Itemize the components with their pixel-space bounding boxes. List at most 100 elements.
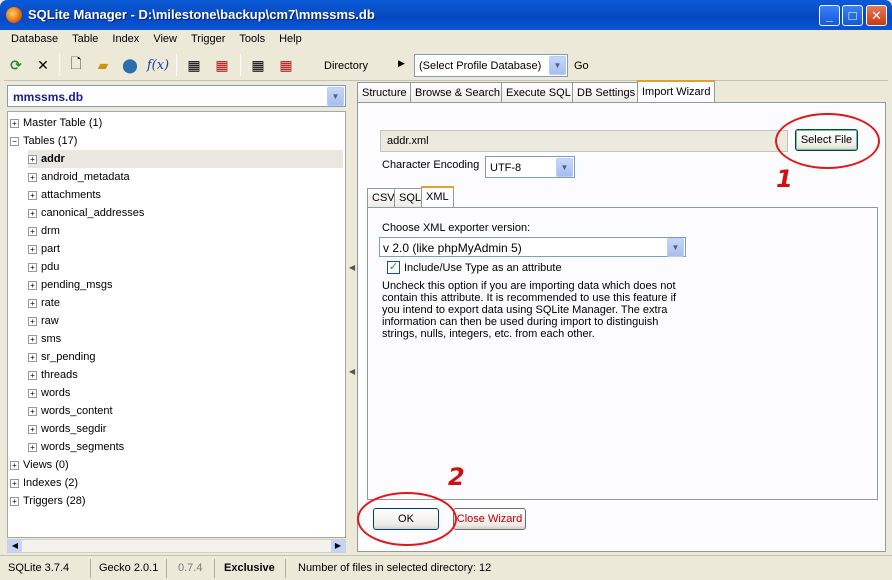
menu-database[interactable]: Database: [4, 30, 65, 45]
function-button[interactable]: f(x): [146, 53, 170, 77]
database-select[interactable]: mmssms.db ▼: [7, 85, 346, 107]
expand-icon[interactable]: +: [28, 334, 37, 344]
expand-icon[interactable]: +: [28, 190, 37, 200]
menu-index[interactable]: Index: [105, 30, 146, 45]
menu-view[interactable]: View: [146, 30, 184, 45]
directory-arrow-icon[interactable]: ▶: [398, 58, 405, 69]
maximize-button[interactable]: □: [842, 5, 863, 26]
expand-icon[interactable]: +: [28, 352, 37, 362]
expand-icon[interactable]: +: [28, 208, 37, 218]
index-add-icon: ▦: [251, 56, 265, 73]
minimize-button[interactable]: _: [819, 5, 840, 26]
tree-item[interactable]: + drm: [28, 222, 343, 240]
collapse-right-icon[interactable]: ◀: [349, 367, 355, 376]
tab-db-settings[interactable]: DB Settings: [572, 82, 641, 103]
tree-item[interactable]: + rate: [28, 294, 343, 312]
new-database-button[interactable]: 🗋: [64, 53, 88, 77]
tree-item[interactable]: + addr: [28, 150, 343, 168]
tree-item[interactable]: + words_segdir: [28, 420, 343, 438]
menu-trigger[interactable]: Trigger: [184, 30, 232, 45]
tree-item[interactable]: + pdu: [28, 258, 343, 276]
tree-item[interactable]: + sms: [28, 330, 343, 348]
expand-icon[interactable]: +: [10, 496, 19, 506]
expand-icon[interactable]: +: [28, 154, 37, 164]
toolbar: ⟳ ✕ 🗋 ▰ ⬤ f(x) ▦ ▦ ▦ ▦ Directory ▶ (Sele…: [4, 51, 888, 81]
expand-icon[interactable]: +: [28, 262, 37, 272]
tree-item[interactable]: + threads: [28, 366, 343, 384]
directory-label[interactable]: Directory: [324, 60, 368, 72]
tree-item[interactable]: + canonical_addresses: [28, 204, 343, 222]
tree-item-label: drm: [41, 225, 60, 237]
create-table-button[interactable]: ▦: [182, 53, 206, 77]
import-file-field[interactable]: addr.xml: [380, 130, 788, 152]
chevron-down-icon[interactable]: ▼: [327, 87, 344, 106]
tree-item[interactable]: + Views (0): [10, 456, 343, 474]
tab-browse-search[interactable]: Browse & Search: [410, 82, 505, 103]
close-wizard-button[interactable]: Close Wizard: [453, 508, 526, 530]
expand-icon[interactable]: +: [28, 316, 37, 326]
expand-icon[interactable]: +: [10, 460, 19, 470]
chevron-down-icon[interactable]: ▼: [667, 238, 684, 257]
tree-item[interactable]: − Tables (17): [10, 132, 343, 150]
chevron-down-icon[interactable]: ▼: [556, 158, 573, 177]
tree-item-label: canonical_addresses: [41, 207, 145, 219]
tree-item[interactable]: + words_content: [28, 402, 343, 420]
expand-icon[interactable]: +: [28, 280, 37, 290]
chevron-down-icon[interactable]: ▼: [549, 56, 566, 75]
tree-item[interactable]: + raw: [28, 312, 343, 330]
create-index-button[interactable]: ▦: [246, 53, 270, 77]
settings-button[interactable]: ✕: [31, 53, 55, 77]
menu-table[interactable]: Table: [65, 30, 105, 45]
expand-icon[interactable]: +: [28, 226, 37, 236]
close-button[interactable]: ✕: [866, 5, 887, 26]
refresh-button[interactable]: ⟳: [4, 53, 28, 77]
tab-xml[interactable]: XML: [421, 186, 454, 207]
encoding-select[interactable]: UTF-8 ▼: [485, 156, 575, 178]
tab-structure[interactable]: Structure: [357, 82, 412, 103]
tree-item[interactable]: + sr_pending: [28, 348, 343, 366]
drop-table-button[interactable]: ▦: [210, 53, 234, 77]
scroll-left-icon[interactable]: ◀: [8, 540, 22, 552]
profile-database-select[interactable]: (Select Profile Database) ▼: [414, 54, 568, 77]
tree-item[interactable]: + words: [28, 384, 343, 402]
tree-item[interactable]: + Triggers (28): [10, 492, 343, 510]
open-database-button[interactable]: ▰: [91, 53, 115, 77]
collapse-icon[interactable]: −: [10, 136, 19, 146]
expand-icon[interactable]: +: [10, 118, 19, 128]
tab-import-wizard[interactable]: Import Wizard: [637, 80, 716, 103]
collapse-left-icon[interactable]: ◀: [349, 263, 355, 272]
tree-item-label: attachments: [41, 189, 101, 201]
schema-tree[interactable]: + Master Table (1) − Tables (17) + addr + andro…: [7, 111, 346, 538]
tree-item[interactable]: + Master Table (1): [10, 114, 343, 132]
attach-icon: ⬤: [122, 56, 138, 73]
tree-item[interactable]: + part: [28, 240, 343, 258]
tree-item[interactable]: + attachments: [28, 186, 343, 204]
include-type-label[interactable]: Include/Use Type as an attribute: [404, 262, 562, 274]
xml-version-select[interactable]: v 2.0 (like phpMyAdmin 5) ▼: [379, 237, 686, 257]
menu-help[interactable]: Help: [272, 30, 309, 45]
scroll-right-icon[interactable]: ▶: [331, 540, 345, 552]
horizontal-scrollbar[interactable]: ◀ ▶: [7, 539, 346, 553]
expand-icon[interactable]: +: [28, 298, 37, 308]
expand-icon[interactable]: +: [28, 244, 37, 254]
tree-item[interactable]: + Indexes (2): [10, 474, 343, 492]
maximize-icon: □: [848, 8, 857, 23]
expand-icon[interactable]: +: [28, 442, 37, 452]
expand-icon[interactable]: +: [28, 424, 37, 434]
drop-index-button[interactable]: ▦: [274, 53, 298, 77]
go-button[interactable]: Go: [574, 60, 589, 72]
expand-icon[interactable]: +: [28, 388, 37, 398]
expand-icon[interactable]: +: [28, 172, 37, 182]
expand-icon[interactable]: +: [28, 406, 37, 416]
menu-tools[interactable]: Tools: [232, 30, 272, 45]
tree-item[interactable]: + words_segments: [28, 438, 343, 456]
attach-database-button[interactable]: ⬤: [118, 53, 142, 77]
tree-item[interactable]: + android_metadata: [28, 168, 343, 186]
include-type-checkbox[interactable]: ✓: [387, 261, 400, 274]
tree-item[interactable]: + pending_msgs: [28, 276, 343, 294]
expand-icon[interactable]: +: [28, 370, 37, 380]
tools-icon: ✕: [37, 56, 49, 73]
panel-splitter[interactable]: ◀ ◀: [349, 83, 355, 553]
tab-execute-sql[interactable]: Execute SQL: [501, 82, 576, 103]
expand-icon[interactable]: +: [10, 478, 19, 488]
